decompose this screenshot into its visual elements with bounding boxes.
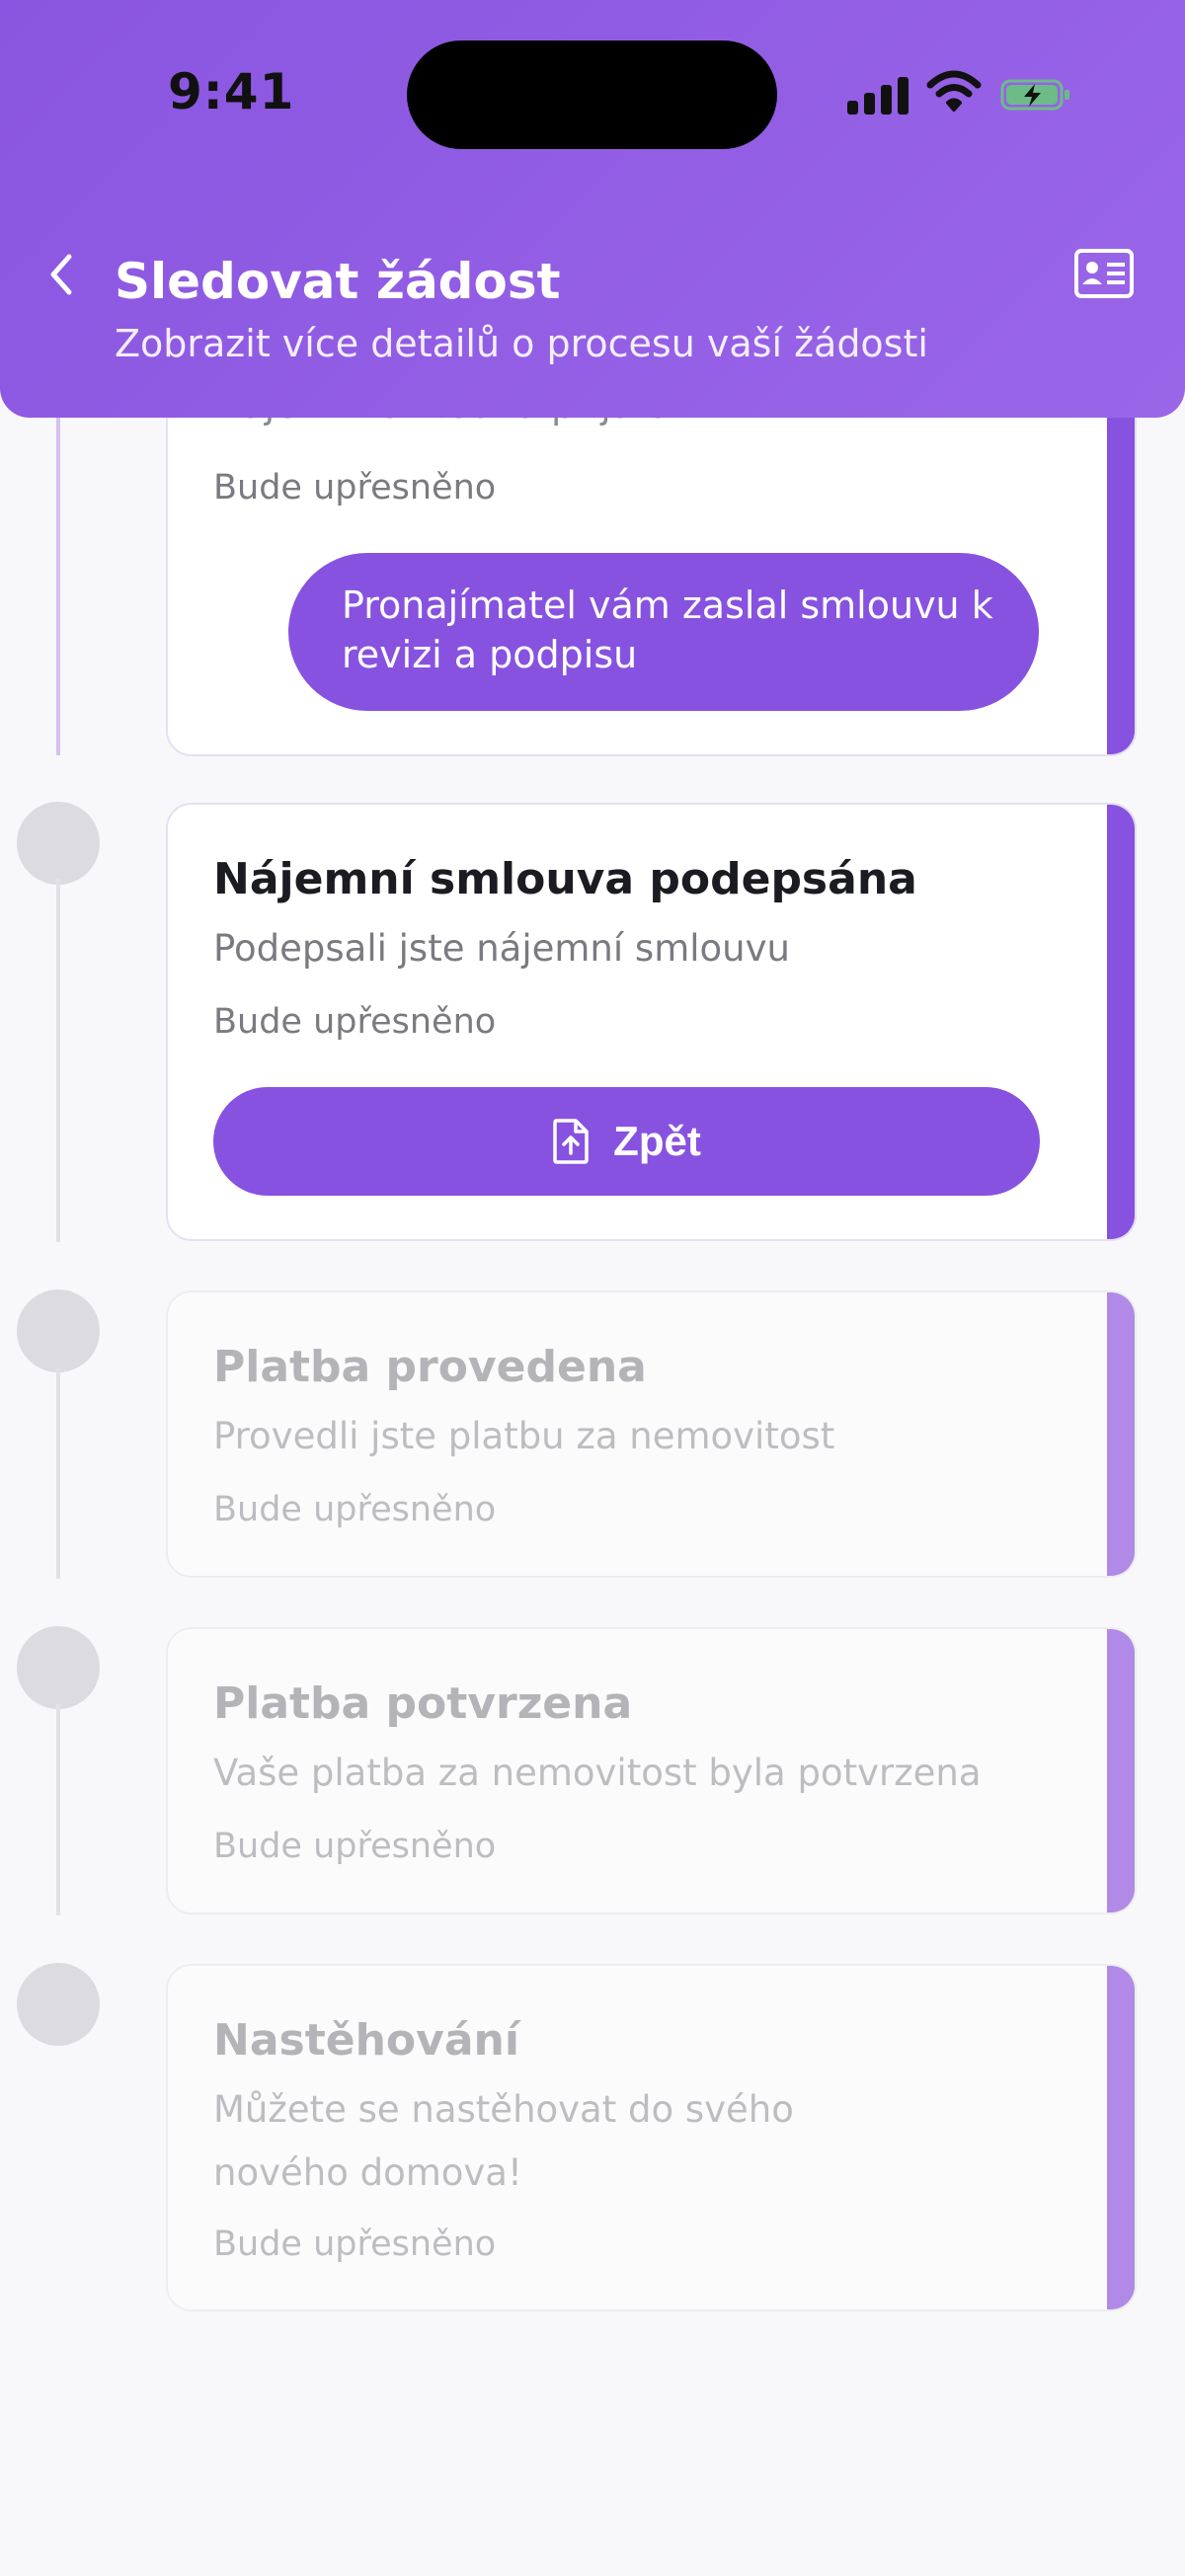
timeline-card-payment-made: Platba provedena Provedli jste platbu za…	[166, 1290, 1137, 1578]
wifi-icon	[926, 70, 982, 112]
page-title: Sledovat žádost	[115, 253, 561, 310]
timeline-dot	[17, 802, 100, 885]
card-date: Bude upřesněno	[213, 1490, 497, 1529]
file-upload-icon	[553, 1119, 589, 1164]
card-date: Bude upřesněno	[213, 1827, 497, 1866]
timeline-rail	[56, 1367, 60, 1579]
card-title: Platba provedena	[213, 1342, 647, 1392]
status-time: 9:41	[168, 63, 295, 120]
card-description: Podepsali jste nájemní smlouvu	[213, 927, 790, 970]
back-button-label: Zpět	[613, 1118, 701, 1164]
timeline-rail	[56, 1704, 60, 1915]
card-title: Nájemní smlouva podepsána	[213, 854, 917, 904]
card-date: Bude upřesněno	[213, 2225, 497, 2264]
card-accent-stripe	[1107, 1292, 1135, 1576]
timeline-card-move-in: Nastěhování Můžete se nastěhovat do svéh…	[166, 1964, 1137, 2311]
id-card-icon[interactable]	[1072, 247, 1136, 300]
dynamic-island	[407, 40, 777, 149]
back-chevron-icon[interactable]	[38, 245, 89, 304]
signal-icon	[847, 75, 910, 115]
battery-charging-icon	[1000, 79, 1069, 111]
timeline-dot	[17, 1963, 100, 2046]
card-description: nového domova!	[213, 2151, 522, 2194]
page-subtitle: Zobrazit více detailů o procesu vaší žád…	[115, 322, 928, 365]
timeline-rail	[56, 879, 60, 1242]
status-icons	[847, 69, 1084, 118]
card-description: Můžete se nastěhovat do svého	[213, 2088, 794, 2131]
back-button[interactable]: Zpět	[213, 1087, 1040, 1196]
app-header: 9:41 Sledovat žádost Zobrazit více detai…	[0, 0, 1185, 418]
card-description: Vaše platba za nemovitost byla potvrzena	[213, 1752, 982, 1794]
card-title: Nastěhování	[213, 2015, 519, 2066]
card-accent-stripe	[1107, 1629, 1135, 1912]
card-title: Platba potvrzena	[213, 1678, 633, 1729]
card-date: Bude upřesněno	[213, 1002, 497, 1042]
card-accent-stripe	[1107, 1966, 1135, 2309]
timeline-rail-completed	[56, 375, 60, 755]
timeline-card-contract-signed: Nájemní smlouva podepsána Podepsali jste…	[166, 803, 1137, 1241]
message-bubble: Pronajímatel vám zaslal smlouvu k revizi…	[288, 553, 1039, 711]
card-date: Bude upřesněno	[213, 468, 497, 507]
card-accent-stripe	[1107, 805, 1135, 1239]
timeline-card-payment-confirmed: Platba potvrzena Vaše platba za nemovito…	[166, 1627, 1137, 1914]
timeline-dot	[17, 1289, 100, 1372]
card-description: Provedli jste platbu za nemovitost	[213, 1415, 835, 1457]
timeline-dot	[17, 1626, 100, 1709]
